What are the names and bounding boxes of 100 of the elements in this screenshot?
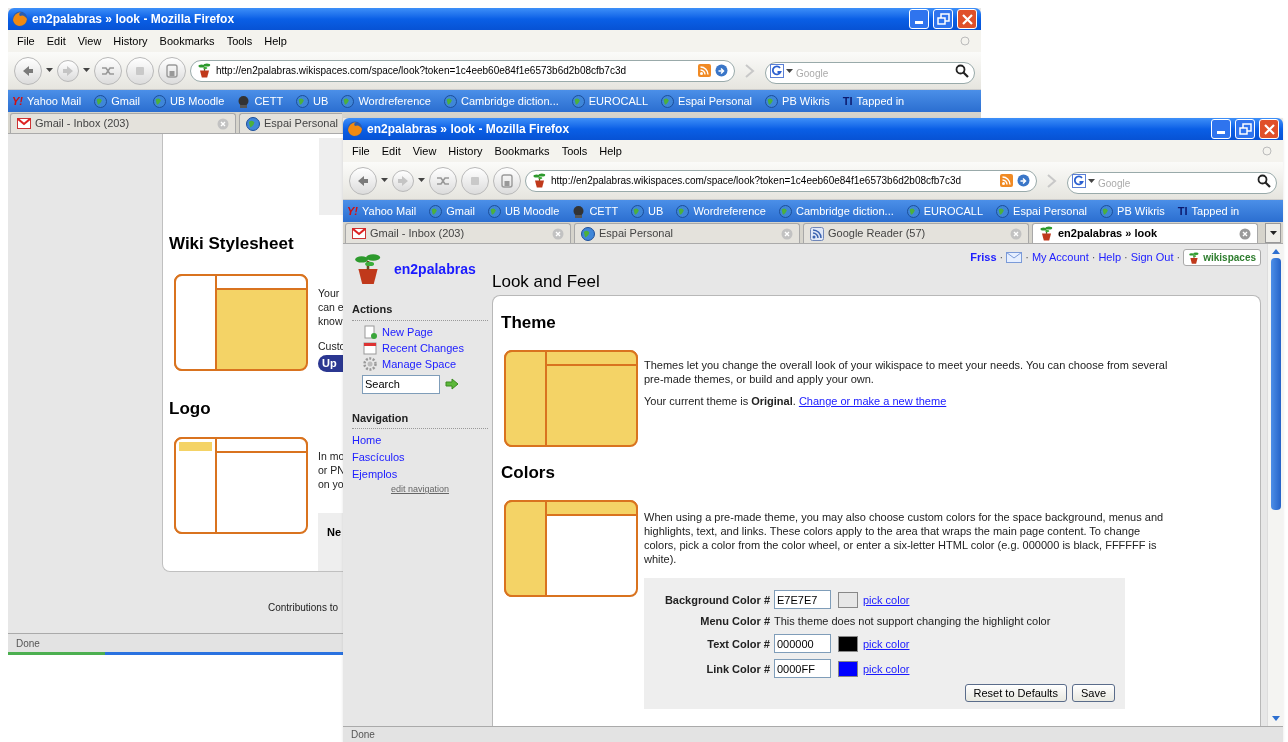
upload-button[interactable]: Up	[318, 354, 343, 372]
menu-item[interactable]: Bookmarks	[153, 32, 221, 50]
globe-icon	[676, 204, 690, 218]
bookmark-link[interactable]: TI Tapped in	[1177, 202, 1240, 220]
scrollbar-thumb[interactable]	[1270, 258, 1281, 510]
edit-navigation-link[interactable]: edit navigation	[390, 483, 449, 497]
menu-item[interactable]: Help	[593, 142, 628, 160]
close-icon	[961, 13, 973, 25]
menu-item[interactable]: File	[11, 32, 41, 50]
bookmark-link[interactable]: UB Moodle	[152, 92, 225, 110]
menu-item[interactable]: Tools	[220, 32, 259, 50]
paragraph: Your current theme is Original. Change or make a new theme	[644, 394, 948, 408]
menu-item[interactable]: Help	[258, 32, 293, 50]
theme-link[interactable]: Change or make a new theme	[798, 395, 947, 407]
bookmark-link[interactable]: Cambridge diction...	[443, 92, 559, 110]
menu-item[interactable]: View	[71, 32, 108, 50]
bookmark-link[interactable]: EUROCALL	[571, 92, 649, 110]
save-button[interactable]	[158, 56, 186, 85]
browser-tab[interactable]: Google Reader (57)	[803, 223, 1029, 243]
restore-button[interactable]	[1235, 119, 1255, 139]
site-name-link[interactable]: en2palabras	[394, 258, 476, 280]
panel-heading: Ne	[327, 526, 342, 538]
bookmark-link[interactable]: Espai Personal	[996, 202, 1088, 220]
tab-list-button[interactable]	[1265, 223, 1281, 243]
navigation-link[interactable]: Ejemplos	[352, 466, 488, 483]
browser-tab[interactable]: Gmail - Inbox (203)	[345, 223, 571, 243]
save-button[interactable]	[493, 166, 521, 195]
caret-icon	[786, 68, 793, 74]
bookmark-link[interactable]: Wordreference	[341, 92, 431, 110]
address-bar[interactable]: http://en2palabras.wikispaces.com/space/look?token=1c4eeb60e84f1e6573b6d2b08cfb7c3d	[525, 169, 1037, 192]
form-button[interactable]: Save	[1071, 684, 1115, 702]
menu-item[interactable]: Tools	[555, 142, 594, 160]
sidebar-link[interactable]: Recent Changes	[382, 339, 464, 357]
bookmark-link[interactable]: Gmail	[429, 202, 475, 220]
restore-button[interactable]	[933, 9, 953, 29]
menu-item[interactable]: View	[406, 142, 443, 160]
menu-item[interactable]: Bookmarks	[488, 142, 556, 160]
app-icon	[347, 121, 363, 137]
right-arrow-icon	[61, 63, 75, 78]
browser-tab[interactable]: Espai Personal	[239, 113, 342, 133]
navigation-link[interactable]: Home	[352, 432, 488, 449]
search-field[interactable]: Google	[765, 62, 975, 84]
bookmark-link[interactable]: Espai Personal	[661, 92, 753, 110]
pick-color-link[interactable]: pick color	[863, 661, 910, 676]
browser-tab[interactable]: en2palabras » look	[1032, 223, 1258, 243]
color-field[interactable]: E7E7E7	[774, 590, 831, 609]
bookmark-link[interactable]: PB Wikris	[765, 92, 830, 110]
bookmark-link[interactable]: Y! Yahoo Mail	[12, 92, 82, 110]
field-label: Text Color #	[707, 636, 770, 651]
sidebar-link[interactable]: New Page	[382, 323, 433, 341]
bookmark-link[interactable]: UB	[631, 202, 664, 220]
header-link[interactable]: My Account	[1031, 249, 1089, 266]
bookmark-link[interactable]: Y! Yahoo Mail	[347, 202, 417, 220]
bookmark-link[interactable]: CETT	[572, 202, 619, 220]
navigation-link[interactable]: Fascículos	[352, 449, 488, 466]
header-link[interactable]: Sign Out	[1130, 249, 1174, 266]
section-heading: Theme	[501, 313, 557, 333]
browser-tab[interactable]: Espai Personal	[574, 223, 800, 243]
close-button[interactable]	[957, 9, 977, 29]
browser-tab[interactable]: Gmail - Inbox (203)	[10, 113, 236, 133]
minimize-button[interactable]	[909, 9, 929, 29]
color-field[interactable]: 000000	[774, 634, 831, 653]
header-link[interactable]: Help	[1098, 249, 1122, 266]
menu-item[interactable]: File	[346, 142, 376, 160]
menu-item[interactable]: Edit	[375, 142, 407, 160]
bookmark-link[interactable]: EUROCALL	[906, 202, 984, 220]
address-bar[interactable]: http://en2palabras.wikispaces.com/space/look?token=1c4eeb60e84f1e6573b6d2b08cfb7c3d	[190, 59, 735, 82]
back-button[interactable]	[14, 56, 42, 85]
menu-item[interactable]: Edit	[40, 32, 72, 50]
back-button[interactable]	[349, 166, 377, 195]
minimize-button[interactable]	[1211, 119, 1231, 139]
bookmark-link[interactable]: UB Moodle	[487, 202, 560, 220]
site-badge[interactable]: wikispaces	[1183, 249, 1261, 266]
bookmark-link[interactable]: Cambridge diction...	[778, 202, 894, 220]
bookmark-link[interactable]: Gmail	[94, 92, 140, 110]
bookmark-link[interactable]: PB Wikris	[1100, 202, 1165, 220]
globe-icon	[581, 226, 595, 241]
caret-icon	[46, 68, 53, 73]
pick-color-link[interactable]: pick color	[863, 592, 910, 607]
color-field[interactable]: 0000FF	[774, 659, 831, 678]
globe-icon	[778, 204, 792, 218]
form-button[interactable]: Reset to Defaults	[964, 684, 1067, 702]
user-link[interactable]: Friss	[970, 249, 997, 266]
menu-item[interactable]: History	[107, 32, 154, 50]
field-label: Background Color #	[664, 592, 770, 607]
pick-color-link[interactable]: pick color	[863, 636, 910, 651]
bookmark-link[interactable]: CETT	[237, 92, 284, 110]
close-icon	[217, 117, 229, 130]
envelope-icon	[1006, 252, 1023, 263]
bookmark-link[interactable]: TI Tapped in	[842, 92, 905, 110]
close-button[interactable]	[1259, 119, 1279, 139]
sidebar-link[interactable]: Manage Space	[382, 355, 456, 373]
search-field[interactable]: Google	[1067, 172, 1277, 194]
reload-button[interactable]	[429, 166, 457, 195]
separator: ·	[999, 250, 1004, 266]
reload-button[interactable]	[94, 56, 122, 85]
bookmark-link[interactable]: UB	[296, 92, 329, 110]
menu-item[interactable]: History	[442, 142, 489, 160]
bookmark-link[interactable]: Wordreference	[676, 202, 766, 220]
search-field[interactable]: Search	[362, 374, 440, 394]
